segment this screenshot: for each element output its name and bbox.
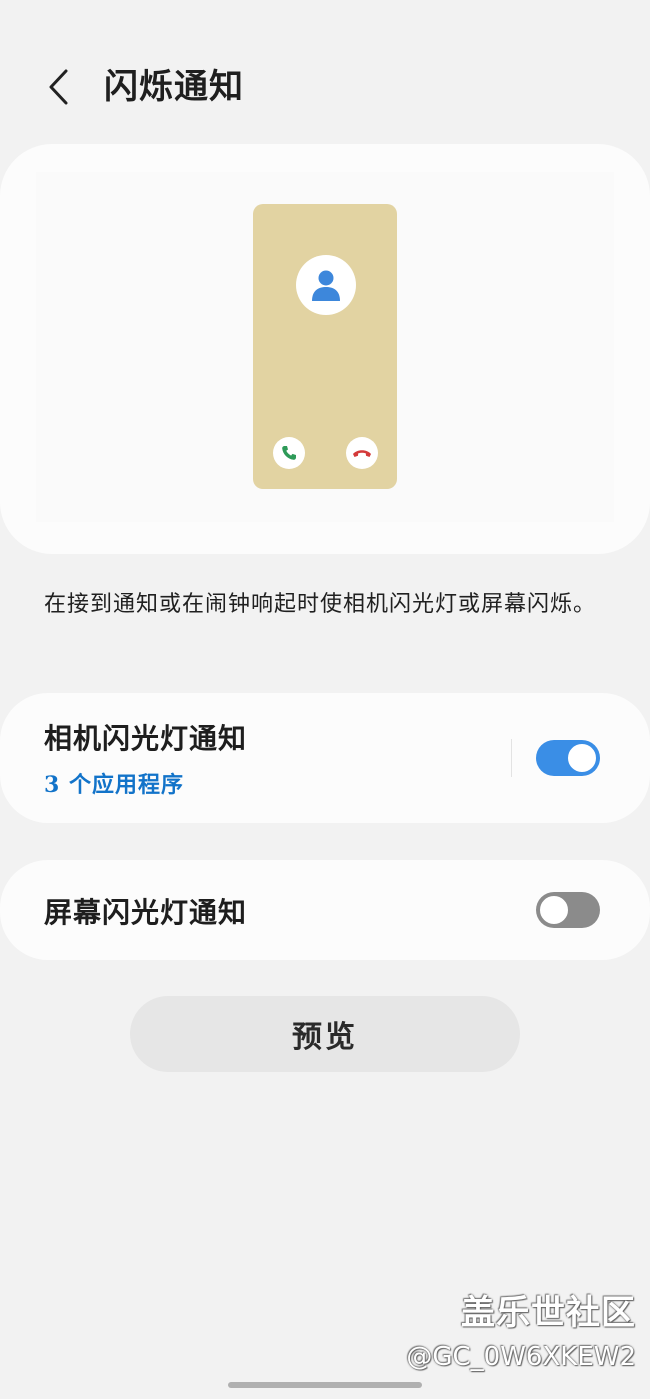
back-button[interactable] (36, 62, 80, 112)
screen-flash-title: 屏幕闪光灯通知 (44, 896, 248, 929)
camera-flash-toggle[interactable] (536, 740, 600, 776)
screen-flash-setting[interactable]: 屏幕闪光灯通知 (0, 860, 650, 960)
toggle-divider (511, 739, 512, 777)
toggle-knob (566, 742, 598, 774)
feature-description: 在接到通知或在闹钟响起时使相机闪光灯或屏幕闪烁。 (44, 592, 597, 617)
caller-avatar (296, 255, 356, 315)
person-icon (312, 270, 340, 301)
phone-decline-icon (353, 450, 371, 457)
page-title: 闪烁通知 (104, 67, 244, 107)
preview-button[interactable]: 预览 (130, 996, 520, 1072)
camera-flash-apps-link[interactable]: 3 个应用程序 (44, 767, 184, 799)
home-indicator[interactable] (228, 1382, 422, 1388)
chevron-left-icon (49, 69, 68, 105)
toggle-knob (538, 894, 570, 926)
camera-flash-setting[interactable]: 相机闪光灯通知 3 个应用程序 (0, 693, 650, 823)
watermark-brand: 盖乐世社区 (461, 1293, 636, 1333)
screen-flash-toggle[interactable] (536, 892, 600, 928)
app-header: 闪烁通知 (0, 0, 650, 140)
decline-call-button (346, 437, 378, 469)
community-watermark: 盖乐世社区 @GC_0W6XKEW2 (406, 1290, 636, 1374)
watermark-user: @GC_0W6XKEW2 (406, 1342, 636, 1372)
accept-call-button (273, 437, 305, 469)
phone-illustration (253, 204, 397, 489)
phone-accept-icon (282, 446, 296, 460)
camera-flash-title: 相机闪光灯通知 (44, 722, 248, 755)
